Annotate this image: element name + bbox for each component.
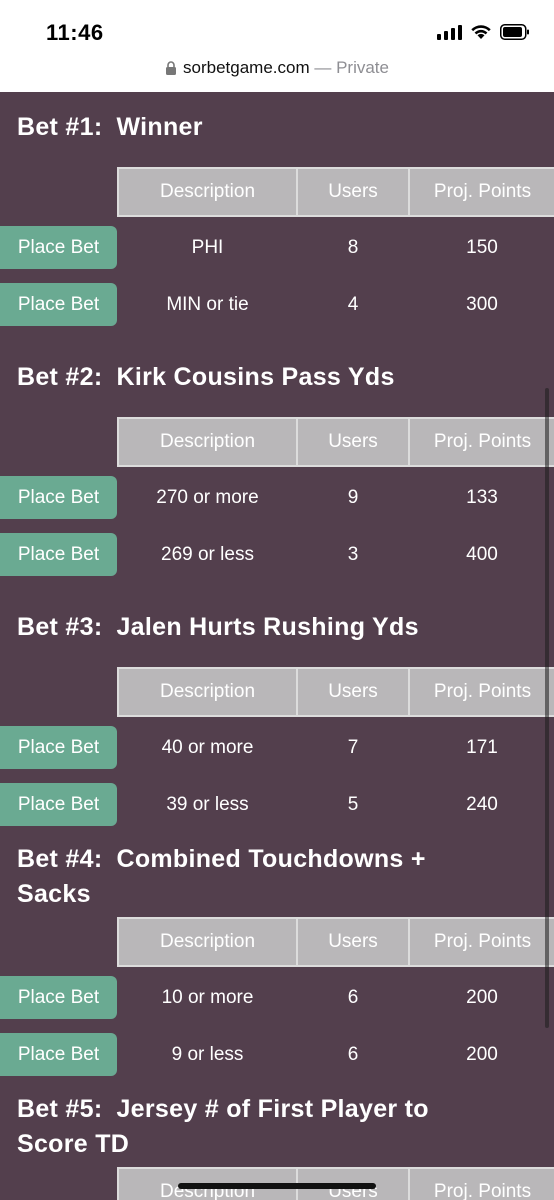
column-header-description: Description [119,169,298,215]
place-bet-button[interactable]: Place Bet [0,283,117,326]
option-points: 171 [466,736,498,758]
bet-title: Bet #3: Jalen Hurts Rushing Yds [17,613,419,641]
scrollbar[interactable] [545,388,549,1028]
place-bet-button[interactable]: Place Bet [0,976,117,1019]
option-users: 3 [347,543,359,565]
bets-list: Bet #1: Winner Description Users Proj. Po… [0,92,554,1200]
option-points: 200 [466,1043,498,1065]
bet-title: Bet #4: Combined Touchdowns + Sacks [17,845,426,908]
place-bet-button[interactable]: Place Bet [0,533,117,576]
place-bet-button[interactable]: Place Bet [0,476,117,519]
table-row: Place Bet 40 or more 7 171 [0,726,554,769]
url-domain: sorbetgame.com [183,58,310,77]
column-header-description: Description [119,419,298,465]
bet-section: Bet #3: Jalen Hurts Rushing Yds [0,610,554,645]
option-description: PHI [191,236,224,258]
column-header-description: Description [119,669,298,715]
bet-section: Bet #4: Combined Touchdowns + Sacks [0,842,554,912]
wifi-icon [470,24,492,40]
table-row: Place Bet 269 or less 3 400 [0,533,554,576]
status-bar: 11:46 sorbetgame.com — Private [0,0,554,92]
home-indicator[interactable] [178,1183,376,1189]
bet-section: Bet #5: Jersey # of First Player to Score … [0,1092,554,1162]
lock-icon [165,60,177,80]
column-header-users: Users [298,669,410,715]
option-users: 8 [347,236,359,258]
option-users: 7 [347,736,359,758]
table-row: Place Bet MIN or tie 4 300 [0,283,554,326]
table-row: Place Bet 39 or less 5 240 [0,783,554,826]
table-header: Description Users Proj. Points [117,167,554,217]
option-description: MIN or tie [166,293,249,315]
column-header-points: Proj. Points [433,1181,532,1200]
bet-section: Bet #2: Kirk Cousins Pass Yds [0,360,554,395]
battery-icon [500,24,530,40]
column-header-points: Proj. Points [433,181,532,202]
option-users: 6 [347,986,359,1008]
place-bet-button[interactable]: Place Bet [0,726,117,769]
bet-title: Bet #5: Jersey # of First Player to Score … [17,1095,429,1158]
column-header-users: Users [298,919,410,965]
column-header-points: Proj. Points [433,681,532,702]
column-header-users: Users [298,419,410,465]
table-row: Place Bet 10 or more 6 200 [0,976,554,1019]
option-users: 4 [347,293,359,315]
option-users: 5 [347,793,359,815]
bet-section: Bet #1: Winner [0,110,554,145]
place-bet-button[interactable]: Place Bet [0,1033,117,1076]
option-description: 39 or less [166,793,249,815]
table-row: Place Bet PHI 8 150 [0,226,554,269]
table-row: Place Bet 270 or more 9 133 [0,476,554,519]
table-header: Description Users Proj. Points [117,417,554,467]
option-points: 150 [466,236,498,258]
place-bet-button[interactable]: Place Bet [0,783,117,826]
option-points: 300 [466,293,498,315]
clock: 11:46 [46,20,104,45]
column-header-users: Users [298,169,410,215]
option-users: 6 [347,1043,359,1065]
option-points: 400 [466,543,498,565]
table-header: Description Users Proj. Points [117,667,554,717]
url-separator: — [309,58,337,77]
option-description: 40 or more [161,736,254,758]
table-row: Place Bet 9 or less 6 200 [0,1033,554,1076]
url-bar[interactable]: sorbetgame.com — Private [0,58,554,80]
option-description: 10 or more [161,986,254,1008]
option-points: 240 [466,793,498,815]
bet-title: Bet #2: Kirk Cousins Pass Yds [17,363,395,391]
private-label: Private [336,58,389,77]
option-users: 9 [347,486,359,508]
option-description: 269 or less [161,543,254,565]
bet-title: Bet #1: Winner [17,113,203,141]
cellular-signal-icon [437,24,462,40]
table-header: Description Users Proj. Points [117,917,554,967]
option-points: 200 [466,986,498,1008]
place-bet-button[interactable]: Place Bet [0,226,117,269]
column-header-points: Proj. Points [433,931,532,952]
status-icons [437,24,530,40]
option-description: 9 or less [171,1043,244,1065]
column-header-points: Proj. Points [433,431,532,452]
option-description: 270 or more [156,486,259,508]
column-header-description: Description [119,919,298,965]
option-points: 133 [466,486,498,508]
